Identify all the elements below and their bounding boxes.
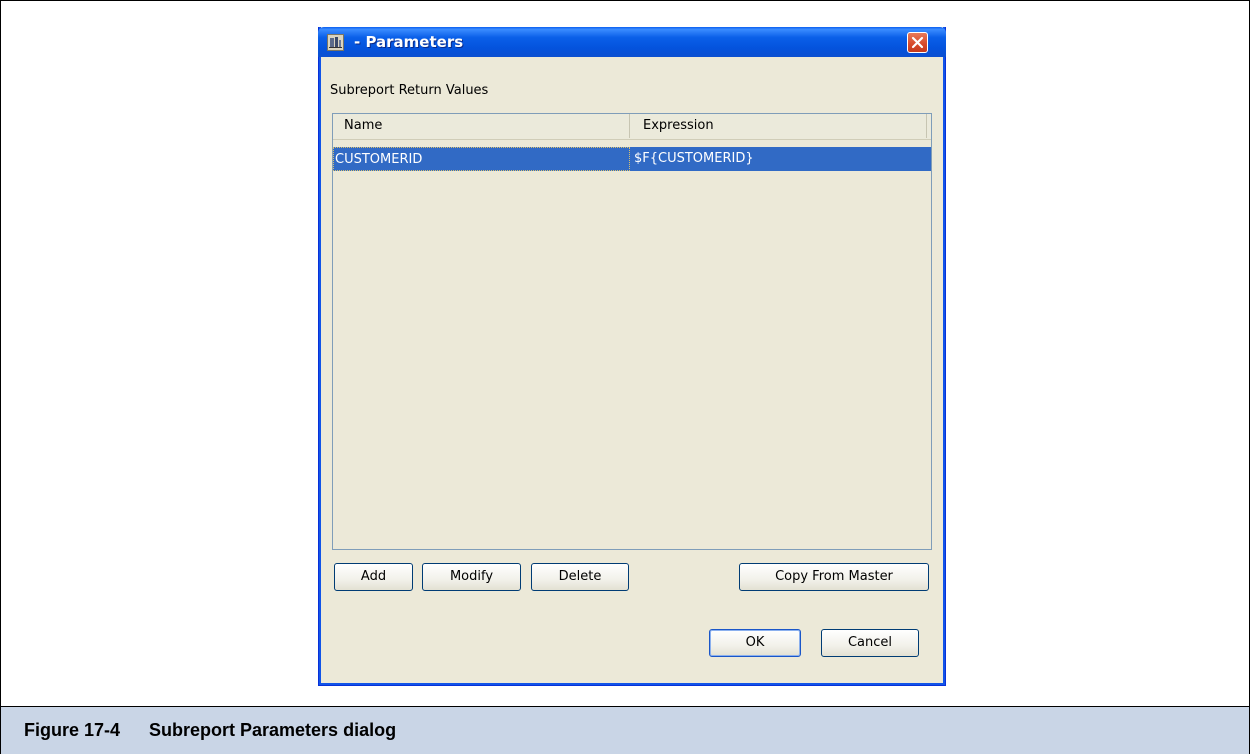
close-button[interactable] — [907, 32, 928, 53]
app-icon — [327, 34, 344, 51]
cell-expression[interactable]: $F{CUSTOMERID} — [630, 147, 927, 171]
section-label: Subreport Return Values — [330, 83, 489, 98]
close-icon — [911, 36, 924, 49]
figure-caption-bar: Figure 17-4 Subreport Parameters dialog — [1, 706, 1249, 754]
dialog-title: - Parameters — [354, 33, 464, 51]
figure-number: Figure 17-4 — [24, 720, 121, 740]
dialog-titlebar[interactable]: - Parameters — [318, 27, 946, 57]
modify-button[interactable]: Modify — [422, 563, 521, 591]
figure-caption-text: Subreport Parameters dialog — [149, 720, 397, 740]
column-header-name[interactable]: Name — [333, 114, 630, 138]
delete-button[interactable]: Delete — [531, 563, 629, 591]
add-button[interactable]: Add — [334, 563, 413, 591]
copy-from-master-button[interactable]: Copy From Master — [739, 563, 929, 591]
cancel-button[interactable]: Cancel — [821, 629, 919, 657]
table-header: Name Expression — [333, 114, 931, 140]
parameters-dialog: - Parameters Subreport Return Values Nam… — [318, 27, 946, 686]
return-values-table[interactable]: Name Expression CUSTOMERID $F{CUSTOMERID… — [332, 113, 932, 550]
table-row[interactable]: CUSTOMERID $F{CUSTOMERID} — [333, 147, 931, 171]
cell-name[interactable]: CUSTOMERID — [333, 147, 630, 171]
column-header-expression[interactable]: Expression — [630, 114, 927, 138]
figure-caption: Figure 17-4 Subreport Parameters dialog — [24, 720, 396, 741]
ok-button[interactable]: OK — [709, 629, 801, 657]
